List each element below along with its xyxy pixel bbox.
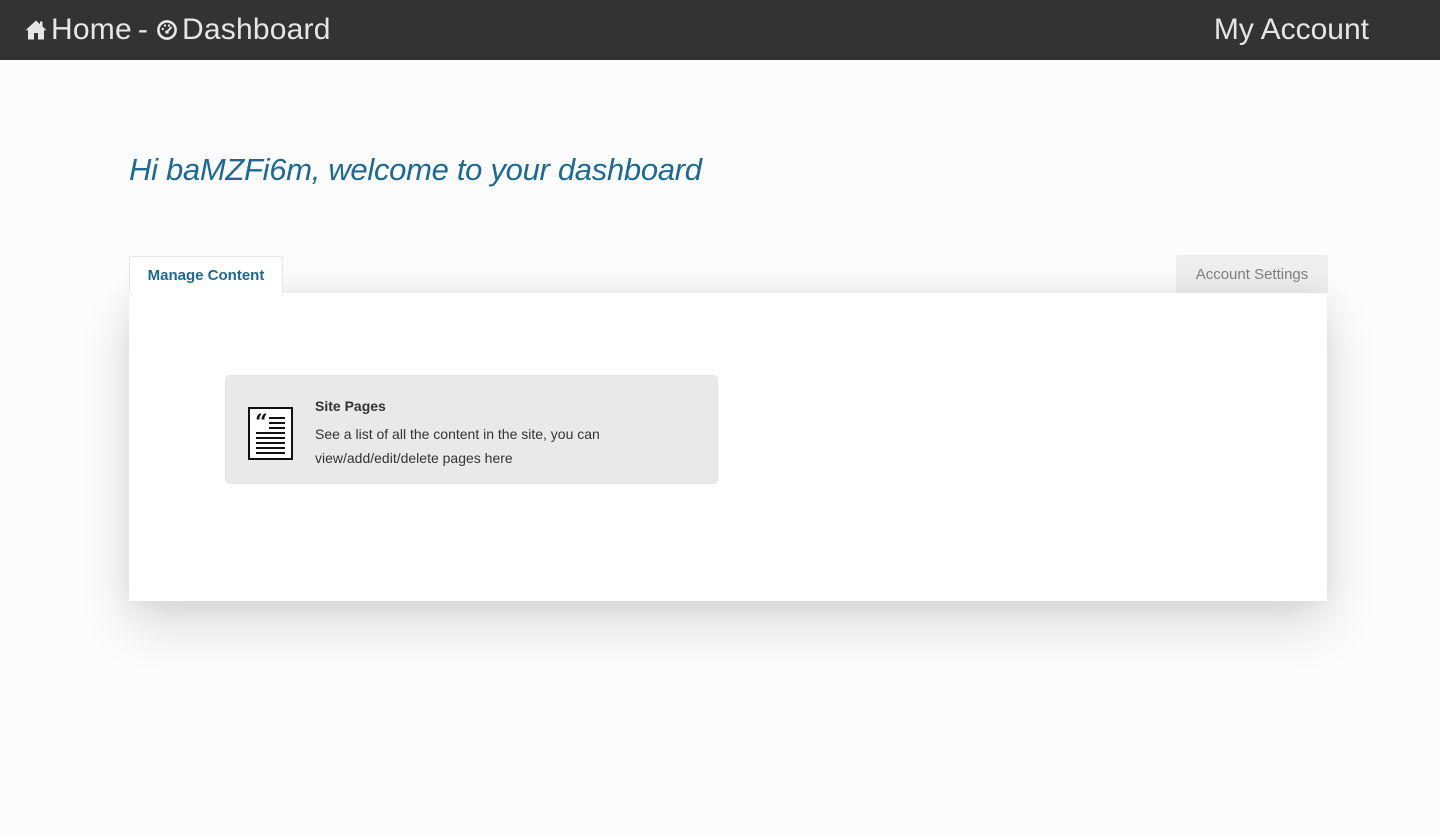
card-description: See a list of all the content in the sit…: [315, 426, 600, 466]
home-link[interactable]: Home: [51, 13, 132, 47]
tab-account-settings[interactable]: Account Settings: [1176, 255, 1328, 293]
welcome-heading: Hi baMZFi6m, welcome to your dashboard: [129, 152, 702, 187]
page-document-icon: “: [248, 407, 295, 461]
tab-content-panel: “ Site Pages See a list of all the conte…: [129, 293, 1327, 601]
home-icon[interactable]: [24, 18, 48, 42]
tab-manage-content[interactable]: Manage Content: [129, 256, 283, 294]
top-navbar: Home - Dashboard My Account: [0, 0, 1440, 60]
dashboard-link[interactable]: Dashboard: [182, 13, 331, 47]
breadcrumb-separator: -: [137, 13, 149, 46]
my-account-link[interactable]: My Account: [1214, 0, 1369, 60]
breadcrumb: Home - Dashboard: [24, 0, 331, 60]
site-pages-card[interactable]: “ Site Pages See a list of all the conte…: [225, 375, 718, 484]
card-title: Site Pages: [315, 398, 386, 414]
dashboard-icon: [156, 19, 178, 41]
